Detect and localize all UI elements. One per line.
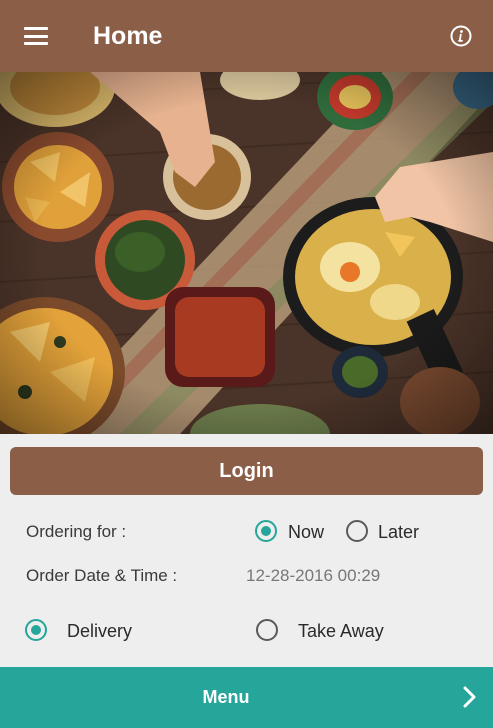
chevron-right-icon <box>463 686 476 708</box>
login-button[interactable]: Login <box>10 447 483 495</box>
info-icon[interactable] <box>450 25 472 47</box>
later-radio[interactable] <box>346 520 368 542</box>
now-radio-label[interactable]: Now <box>288 522 324 543</box>
order-date-time-value[interactable]: 12-28-2016 00:29 <box>246 566 380 586</box>
delivery-radio-label[interactable]: Delivery <box>67 621 132 642</box>
now-radio[interactable] <box>255 520 277 542</box>
later-radio-label[interactable]: Later <box>378 522 419 543</box>
take-away-radio[interactable] <box>256 619 278 641</box>
delivery-radio[interactable] <box>25 619 47 641</box>
app-bar: Home <box>0 0 493 72</box>
page-title: Home <box>93 22 163 50</box>
hero-food-image <box>0 72 493 434</box>
hamburger-menu-icon[interactable] <box>24 27 48 45</box>
menu-bottom-bar[interactable]: Menu <box>0 667 493 728</box>
order-date-time-label: Order Date & Time : <box>26 566 178 585</box>
menu-label: Menu <box>202 687 250 707</box>
ordering-for-label: Ordering for : <box>26 522 127 541</box>
take-away-radio-label[interactable]: Take Away <box>298 621 384 642</box>
